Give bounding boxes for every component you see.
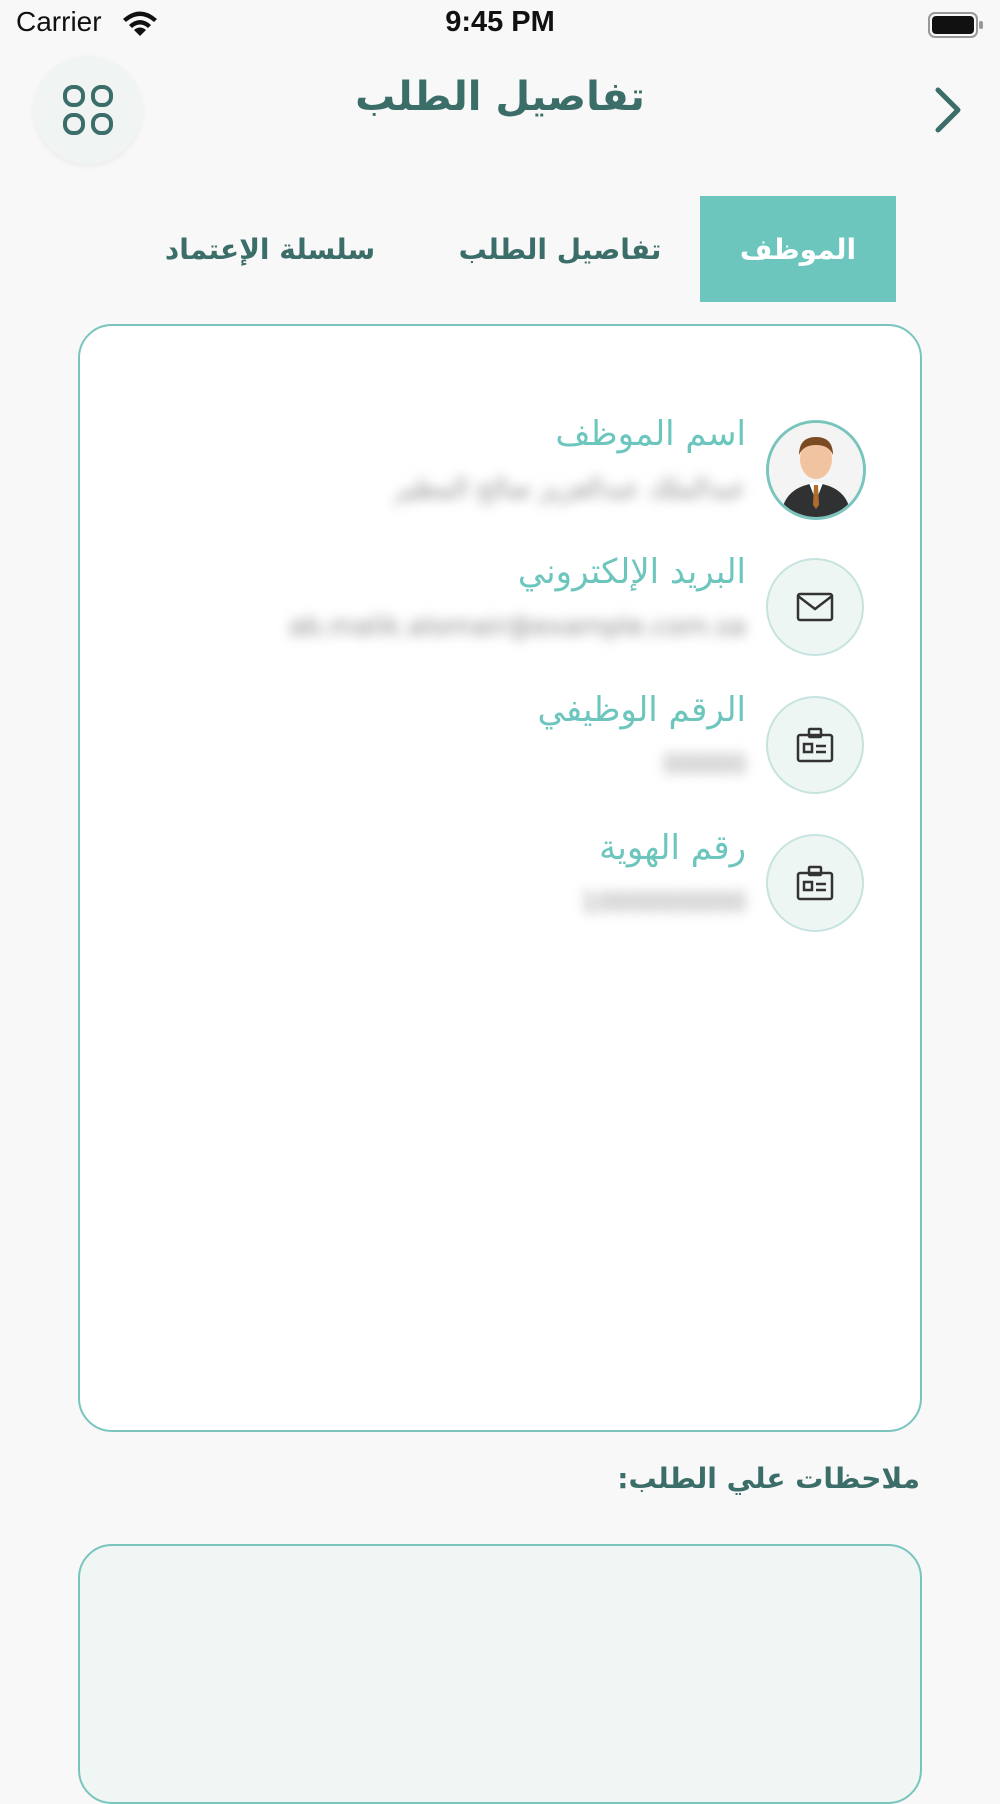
page-title: تفاصيل الطلب [355, 74, 645, 120]
badge-icon-circle [766, 696, 864, 794]
employee-name-value: عبدالملك عبدالعزيز صالح المطير [394, 474, 746, 504]
employee-number-row: الرقم الوظيفي 00000 [80, 690, 924, 806]
tab-approval-chain[interactable]: سلسلة الإعتماد [120, 196, 420, 302]
mail-icon [796, 592, 834, 622]
notes-label: ملاحظات علي الطلب: [617, 1462, 920, 1495]
employee-name-label: اسم الموظف [555, 414, 746, 454]
id-number-row: رقم الهوية 1000000000 [80, 828, 924, 944]
email-row: البريد الإلكتروني ab.malik.alomair@examp… [80, 552, 924, 668]
id-number-value: 1000000000 [580, 888, 746, 918]
avatar [766, 420, 866, 520]
chevron-right-icon[interactable] [924, 82, 972, 138]
notes-field[interactable] [78, 1544, 922, 1804]
grid-icon [63, 85, 113, 135]
tab-request-details[interactable]: تفاصيل الطلب [430, 196, 690, 302]
menu-button[interactable] [34, 56, 142, 164]
id-number-label: رقم الهوية [599, 828, 746, 868]
person-icon [769, 423, 863, 517]
email-value: ab.malik.alomair@example.com.sa [288, 612, 746, 642]
status-bar: Carrier 9:45 PM [0, 0, 1000, 52]
employee-number-label: الرقم الوظيفي [537, 690, 746, 730]
email-label: البريد الإلكتروني [517, 552, 746, 592]
tab-employee[interactable]: الموظف [700, 196, 896, 302]
employee-card: اسم الموظف عبدالملك عبدالعزيز صالح المطي… [78, 324, 922, 1432]
id-badge-icon [796, 865, 834, 901]
employee-number-value: 00000 [663, 750, 746, 780]
badge-icon-circle [766, 834, 864, 932]
mail-icon-circle [766, 558, 864, 656]
battery-icon [928, 12, 983, 38]
clock: 9:45 PM [445, 6, 555, 38]
employee-name-row: اسم الموظف عبدالملك عبدالعزيز صالح المطي… [80, 414, 924, 530]
id-badge-icon [796, 727, 834, 763]
